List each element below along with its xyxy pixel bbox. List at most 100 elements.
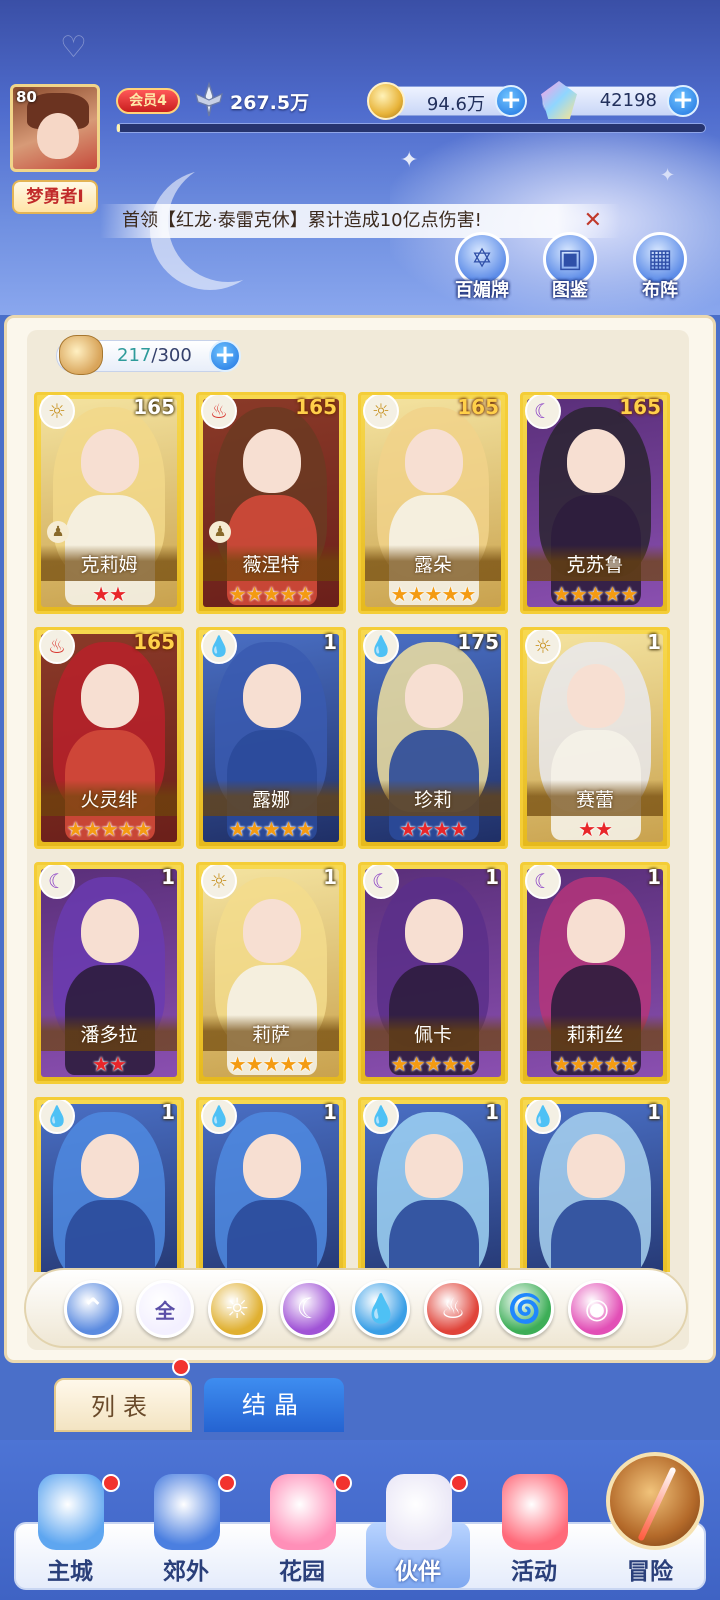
castle-icon (38, 1474, 104, 1550)
hero-level: 175 (457, 630, 499, 654)
light-element-icon: ☼ (224, 1292, 250, 1325)
dark-element-icon: ☾ (39, 865, 75, 899)
filter-sort-button[interactable]: ⌃ (64, 1280, 122, 1338)
heart-icon (270, 1474, 336, 1550)
hero-stars: ★★★★★ (228, 582, 315, 606)
hero-stars: ★★★★ (399, 817, 468, 841)
chess-pawn-icon: ♟ (209, 521, 231, 543)
bag-icon (59, 335, 103, 375)
special-element-icon: ◉ (584, 1292, 610, 1325)
water-element-icon: 💧 (525, 1100, 561, 1134)
hero-card[interactable]: 💧 1 (358, 1097, 508, 1272)
dark-element-icon: ☾ (525, 395, 561, 429)
hero-stars: ★★ (92, 582, 127, 606)
hero-name: 赛蕾 (527, 780, 663, 816)
notification-dot (102, 1474, 120, 1492)
hero-card[interactable]: ♨ 165 ♟ 薇涅特 ★★★★★ (196, 392, 346, 614)
hero-level: 1 (323, 1100, 337, 1124)
hero-level: 165 (295, 395, 337, 419)
add-diamond-button[interactable]: + (667, 85, 699, 117)
hero-level: 1 (161, 865, 175, 889)
quick-button-cards[interactable]: ✡ 百媚牌 (442, 232, 522, 302)
player-nickname[interactable]: 梦勇者I (12, 180, 98, 214)
hero-card[interactable]: 💧 1 (520, 1097, 670, 1272)
filter-water-button[interactable]: 💧 (352, 1280, 410, 1338)
hero-level: 1 (647, 1100, 661, 1124)
hero-stars: ★★★★★ (228, 817, 315, 841)
hero-card[interactable]: ☼ 1 莉萨 ★★★★★ (196, 862, 346, 1084)
water-element-icon: 💧 (201, 1100, 237, 1134)
hero-card[interactable]: ☾ 1 潘多拉 ★★ (34, 862, 184, 1084)
nav-label: 主城 (47, 1559, 93, 1585)
player-avatar[interactable]: 80 (10, 84, 100, 172)
hero-card[interactable]: ☼ 165 露朵 ★★★★★ (358, 392, 508, 614)
hero-card[interactable]: ♨ 165 火灵绯 ★★★★★ (34, 627, 184, 849)
dark-element-icon: ☾ (525, 865, 561, 899)
portal-icon (154, 1474, 220, 1550)
filter-special-button[interactable]: ◉ (568, 1280, 626, 1338)
hero-card[interactable]: 💧 1 露娜 ★★★★★ (196, 627, 346, 849)
partner-icon (386, 1474, 452, 1550)
hero-stars: ★★★★★ (66, 817, 153, 841)
tab-list[interactable]: 列表 (54, 1378, 192, 1432)
nav-item-gift[interactable]: 活动 (478, 1470, 590, 1598)
notification-dot (450, 1474, 468, 1492)
hero-card[interactable]: 💧 1 (34, 1097, 184, 1272)
hero-card[interactable]: ☼ 1 赛蕾 ★★ (520, 627, 670, 849)
nav-item-heart[interactable]: 花园 (246, 1470, 358, 1598)
hero-level: 1 (323, 630, 337, 654)
hero-name: 克苏鲁 (527, 545, 663, 581)
nav-label: 冒险 (627, 1559, 673, 1585)
quick-button-codex[interactable]: ▣ 图鉴 (530, 232, 610, 302)
nav-item-portal[interactable]: 郊外 (130, 1470, 242, 1598)
gold-currency: 94.6万 + (367, 82, 527, 120)
dark-element-icon: ☾ (363, 865, 399, 899)
hero-card[interactable]: ☼ 165 ♟ 克莉姆 ★★ (34, 392, 184, 614)
hero-name: 莉莉丝 (527, 1015, 663, 1051)
water-element-icon: 💧 (363, 630, 399, 664)
filter-light-button[interactable]: ☼ (208, 1280, 266, 1338)
hero-stars: ★★★★★ (390, 582, 477, 606)
hero-stars: ★★★★★ (228, 1052, 315, 1076)
light-element-icon: ☼ (525, 630, 561, 664)
hero-card[interactable]: 💧 1 (196, 1097, 346, 1272)
vip-badge[interactable]: 会员4 (116, 88, 180, 114)
hero-level: 1 (323, 865, 337, 889)
hero-level: 165 (133, 395, 175, 419)
nav-label: 活动 (511, 1559, 557, 1585)
nav-item-partner[interactable]: 伙伴 (362, 1470, 474, 1598)
diamond-value: 42198 (599, 90, 657, 111)
nav-label: 郊外 (163, 1559, 209, 1585)
hero-stars: ★★★★★ (390, 1052, 477, 1076)
add-gold-button[interactable]: + (495, 85, 527, 117)
expand-capacity-button[interactable]: + (209, 340, 241, 372)
hero-card[interactable]: 💧 175 珍莉 ★★★★ (358, 627, 508, 849)
sort-arrow-icon: ⌃ (81, 1292, 105, 1325)
tab-crystal[interactable]: 结晶 (204, 1378, 344, 1432)
filter-fire-button[interactable]: ♨ (424, 1280, 482, 1338)
hero-level: 1 (485, 865, 499, 889)
filter-dark-button[interactable]: ☾ (280, 1280, 338, 1338)
hero-name: 露朵 (365, 545, 501, 581)
notification-dot (218, 1474, 236, 1492)
water-element-icon: 💧 (363, 1100, 399, 1134)
filter-all-button[interactable]: 全 (136, 1280, 194, 1338)
filter-wind-button[interactable]: 🌀 (496, 1280, 554, 1338)
hero-card[interactable]: ☾ 165 克苏鲁 ★★★★★ (520, 392, 670, 614)
quick-button-formation[interactable]: ▦ 布阵 (620, 232, 700, 302)
announcement-text: 首领【红龙·泰雷克休】累计造成10亿点伤害! (122, 210, 482, 231)
all-icon: 全 (155, 1299, 175, 1323)
compass-icon[interactable] (606, 1452, 704, 1550)
hero-level: 165 (619, 395, 661, 419)
hero-card[interactable]: ☾ 1 佩卡 ★★★★★ (358, 862, 508, 1084)
heart-decoration: ♡ (60, 30, 87, 65)
hero-card[interactable]: ☾ 1 莉莉丝 ★★★★★ (520, 862, 670, 1084)
nav-item-castle[interactable]: 主城 (14, 1470, 126, 1598)
fire-element-icon: ♨ (440, 1292, 466, 1325)
hero-stars: ★★★★★ (552, 1052, 639, 1076)
element-filter-bar: ⌃ 全 ☼ ☾ 💧 ♨ 🌀 ◉ (24, 1268, 688, 1348)
power-value: 267.5万 (230, 92, 310, 114)
wind-element-icon: 🌀 (507, 1292, 543, 1325)
fire-element-icon: ♨ (201, 395, 237, 429)
gift-icon (502, 1474, 568, 1550)
